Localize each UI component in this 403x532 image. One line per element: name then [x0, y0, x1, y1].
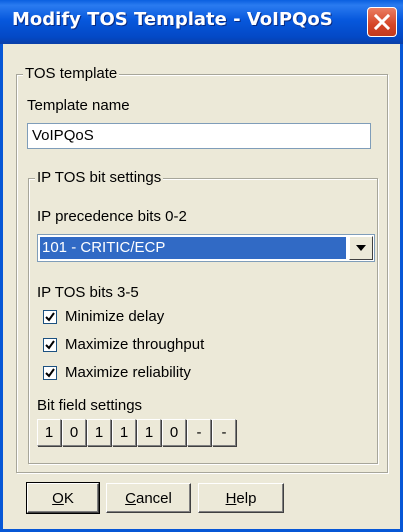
- template-name-label: Template name: [27, 97, 130, 114]
- maximize-throughput-label: Maximize throughput: [65, 336, 205, 353]
- maximize-throughput-option[interactable]: Maximize throughput: [43, 336, 204, 353]
- checkmark-icon: [45, 339, 55, 350]
- ip-precedence-label: IP precedence bits 0-2: [37, 208, 187, 225]
- minimize-delay-option[interactable]: Minimize delay: [43, 308, 164, 325]
- minimize-delay-checkbox[interactable]: [43, 309, 57, 324]
- bit-1-button[interactable]: 0: [62, 419, 86, 446]
- bit-3-button[interactable]: 1: [112, 419, 136, 446]
- cancel-label-rest: ancel: [135, 489, 172, 507]
- cancel-button-label: Cancel: [125, 490, 172, 507]
- minimize-delay-label: Minimize delay: [65, 308, 165, 325]
- window-frame-left: [0, 44, 3, 532]
- cancel-button[interactable]: Cancel: [106, 483, 191, 513]
- chevron-down-icon: [356, 245, 366, 251]
- ip-tos-bits-label: IP TOS bits 3-5: [37, 284, 139, 301]
- ok-button[interactable]: OK: [26, 482, 100, 514]
- ip-precedence-select[interactable]: 101 - CRITIC/ECP: [37, 234, 375, 262]
- help-mnemonic: H: [225, 489, 237, 507]
- dropdown-button[interactable]: [349, 236, 373, 260]
- bit-6-button[interactable]: -: [187, 419, 211, 446]
- checkmark-icon: [45, 311, 55, 322]
- ok-button-label: OK: [52, 490, 74, 507]
- help-button-label: Help: [226, 490, 257, 507]
- ok-label-rest: K: [63, 489, 74, 507]
- tos-template-group-label: TOS template: [23, 65, 120, 83]
- ip-tos-bit-settings-group: IP TOS bit settings IP precedence bits 0…: [28, 169, 378, 464]
- maximize-throughput-checkbox[interactable]: [43, 337, 57, 352]
- maximize-reliability-label: Maximize reliability: [65, 364, 191, 381]
- cancel-mnemonic: C: [125, 489, 136, 507]
- maximize-reliability-checkbox[interactable]: [43, 365, 57, 380]
- maximize-reliability-option[interactable]: Maximize reliability: [43, 364, 191, 381]
- window-title: Modify TOS Template - VoIPQoS: [12, 9, 333, 30]
- ip-tos-bit-settings-label: IP TOS bit settings: [35, 169, 164, 187]
- close-button[interactable]: [367, 7, 397, 37]
- help-label-rest: elp: [236, 489, 257, 507]
- bit-7-button[interactable]: -: [212, 419, 236, 446]
- tos-template-group: TOS template Template name VoIPQoS IP TO…: [16, 65, 388, 473]
- help-button[interactable]: Help: [198, 483, 284, 513]
- ip-precedence-selected-value: 101 - CRITIC/ECP: [40, 237, 346, 259]
- bit-5-button[interactable]: 0: [162, 419, 186, 446]
- template-name-field[interactable]: VoIPQoS: [27, 123, 371, 149]
- checkmark-icon: [45, 367, 55, 378]
- ok-mnemonic: O: [52, 489, 64, 507]
- bit-field-settings-label: Bit field settings: [37, 397, 143, 414]
- bit-4-button[interactable]: 1: [137, 419, 161, 446]
- bit-field-buttons: 1 0 1 1 1 0 - -: [37, 419, 237, 446]
- close-icon: [373, 13, 391, 31]
- bit-0-button[interactable]: 1: [37, 419, 61, 446]
- bit-2-button[interactable]: 1: [87, 419, 111, 446]
- title-bar[interactable]: Modify TOS Template - VoIPQoS: [0, 0, 403, 44]
